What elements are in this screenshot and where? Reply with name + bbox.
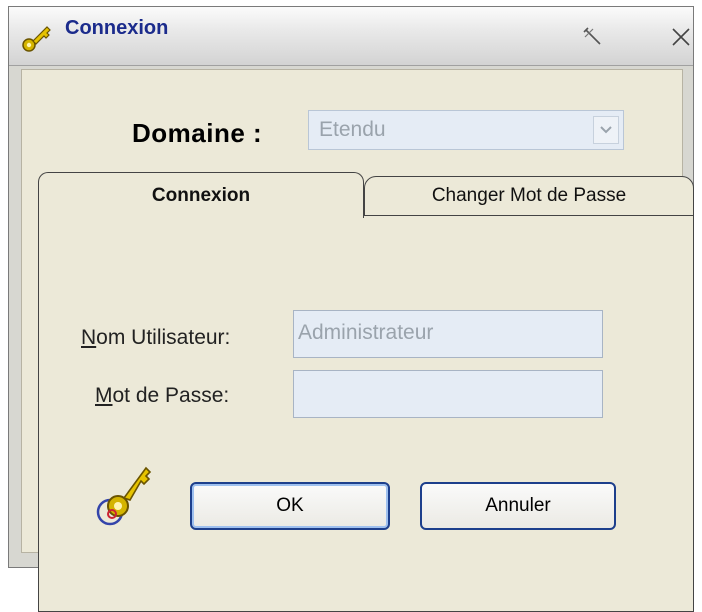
ok-button[interactable]: OK (190, 482, 390, 530)
keys-icon (96, 466, 152, 526)
pin-button[interactable] (573, 19, 613, 55)
close-icon (672, 28, 690, 46)
username-label: Nom Utilisateur: (81, 326, 230, 350)
cancel-button[interactable]: Annuler (420, 482, 616, 530)
window-title: Connexion (65, 17, 169, 39)
domaine-label: Domaine : (132, 118, 263, 148)
key-icon (22, 26, 51, 52)
title-bar[interactable]: Connexion (9, 7, 693, 66)
tab-changer-mot-de-passe[interactable]: Changer Mot de Passe (364, 176, 694, 216)
password-label: Mot de Passe: (95, 384, 229, 408)
tab-connexion[interactable]: Connexion (38, 172, 364, 218)
password-label-accelerator: M (95, 384, 113, 407)
username-input[interactable]: Administrateur (293, 310, 603, 358)
pin-icon (583, 27, 601, 45)
domaine-select[interactable]: Etendu (308, 110, 624, 150)
dropdown-arrow-button[interactable] (593, 116, 619, 144)
password-label-rest: ot de Passe: (112, 384, 230, 407)
domaine-value: Etendu (319, 118, 386, 141)
username-value: Administrateur (298, 321, 434, 344)
username-label-rest: om Utilisateur: (96, 326, 231, 349)
password-input[interactable] (293, 370, 603, 418)
username-label-accelerator: N (81, 326, 97, 349)
tab-panel-connexion: Nom Utilisateur: Administrateur Mot de P… (38, 215, 694, 612)
chevron-down-icon (600, 126, 612, 134)
close-button[interactable] (661, 19, 701, 55)
dialog-body: Domaine : Etendu Changer Mot de Passe Co… (21, 69, 694, 612)
login-dialog: Connexion Domaine : Etendu Changer Mot d… (8, 6, 694, 612)
